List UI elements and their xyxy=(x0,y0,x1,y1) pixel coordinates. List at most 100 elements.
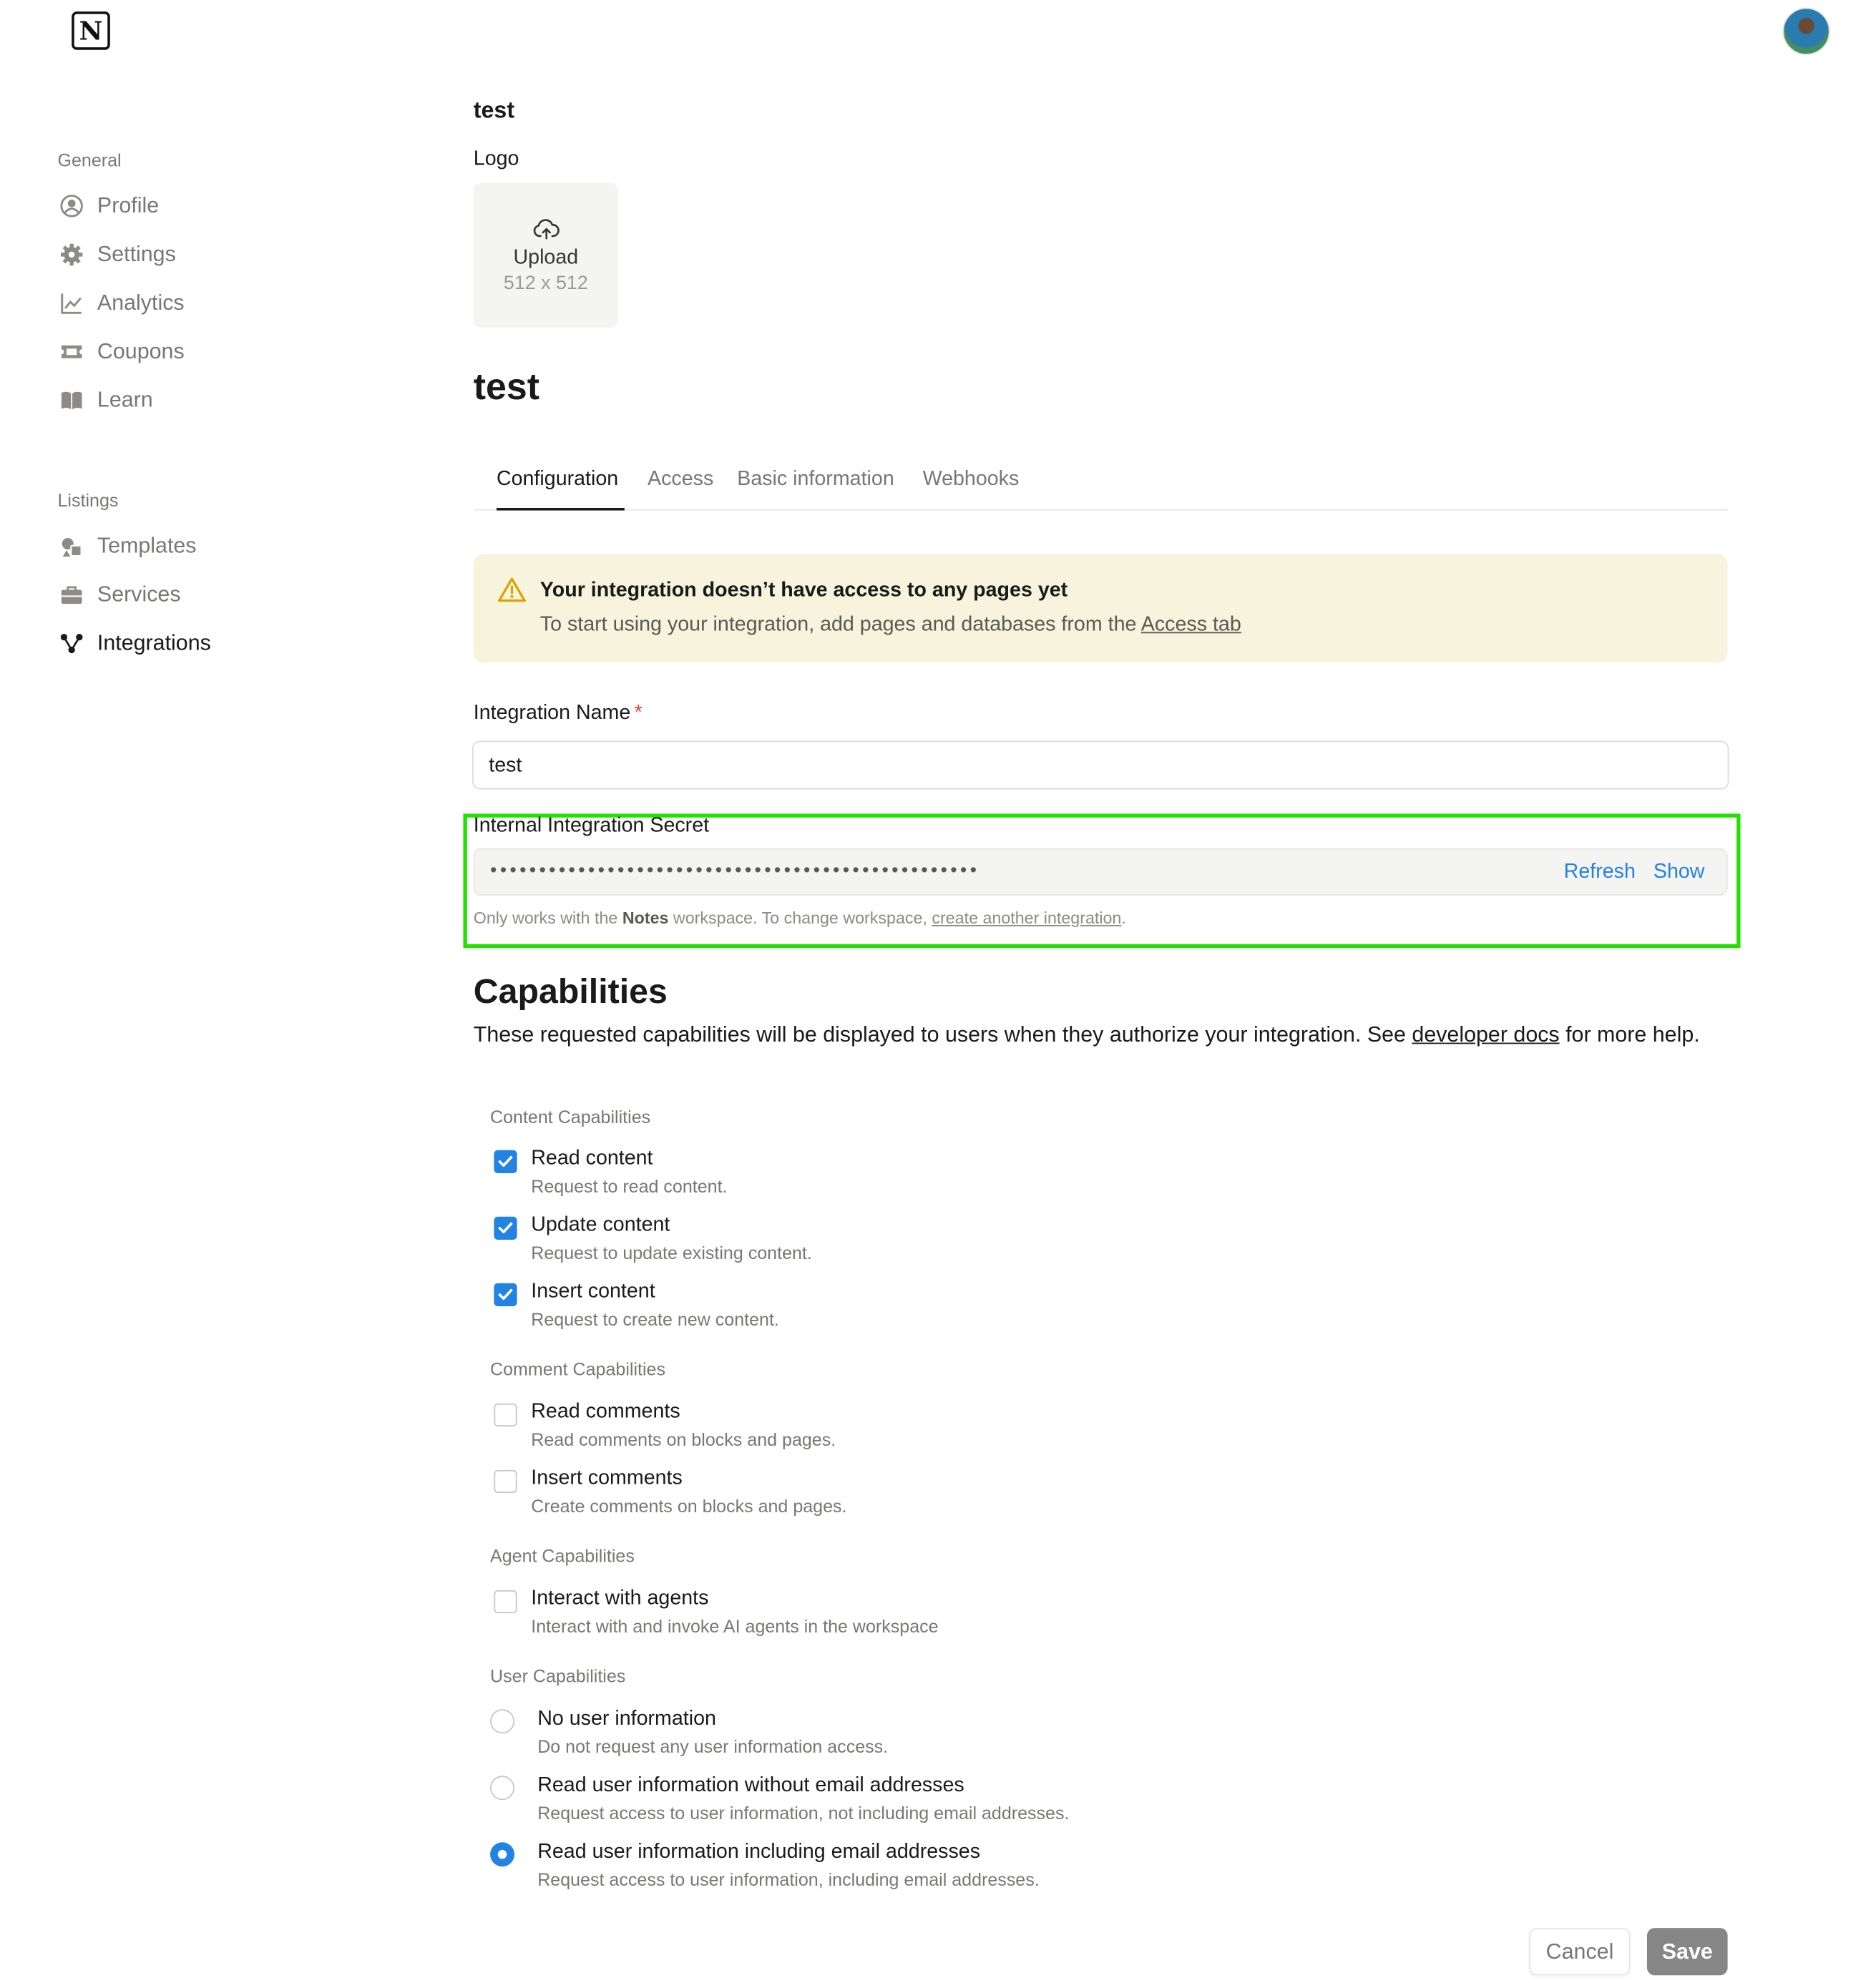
desc-text: for more help. xyxy=(1559,1022,1700,1047)
check-icon xyxy=(498,1288,513,1301)
refresh-secret-button[interactable]: Refresh xyxy=(1564,861,1636,884)
upload-label: Upload xyxy=(513,247,579,269)
sidebar-item-label: Settings xyxy=(97,242,176,266)
option-description: Request to read content. xyxy=(531,1175,728,1197)
sidebar-item-label: Templates xyxy=(97,533,197,558)
user-capabilities-title: User Capabilities xyxy=(490,1665,626,1687)
sidebar-item-profile[interactable]: Profile xyxy=(59,190,159,222)
option-title: Read user information including email ad… xyxy=(537,1841,981,1863)
upload-size: 512 x 512 xyxy=(503,272,588,295)
insert-comments-checkbox[interactable] xyxy=(494,1469,517,1494)
integration-name-input[interactable]: test xyxy=(472,740,1729,790)
secret-label: Internal Integration Secret xyxy=(473,815,710,837)
option-title: Read comments xyxy=(531,1401,680,1423)
templates-icon xyxy=(62,538,82,557)
sidebar-item-templates[interactable]: Templates xyxy=(59,529,197,562)
sidebar-item-integrations[interactable]: Integrations xyxy=(59,627,211,660)
hint-workspace: Notes xyxy=(622,908,669,928)
secret-hint: Only works with the Notes workspace. To … xyxy=(474,909,1126,928)
briefcase-icon xyxy=(61,586,82,604)
hint-text: workspace. To change workspace, xyxy=(668,908,932,928)
option-description: Do not request any user information acce… xyxy=(537,1735,889,1757)
callout-title: Your integration doesn’t have access to … xyxy=(539,579,1068,602)
sidebar-section-listings: Listings xyxy=(57,489,119,511)
sidebar-item-services[interactable]: Services xyxy=(59,578,181,611)
cloud-upload-icon xyxy=(532,219,559,240)
integrations-icon xyxy=(60,633,83,654)
show-secret-button[interactable]: Show xyxy=(1653,861,1705,884)
notion-logo-icon[interactable]: N xyxy=(72,11,110,50)
agent-capabilities-title: Agent Capabilities xyxy=(490,1545,635,1567)
sidebar-item-label: Coupons xyxy=(97,338,185,363)
hint-text: . xyxy=(1121,908,1126,928)
gear-icon xyxy=(60,243,83,266)
comment-capabilities-title: Comment Capabilities xyxy=(490,1358,665,1379)
option-description: Request access to user information, not … xyxy=(537,1802,1070,1823)
page-title: test xyxy=(473,367,540,408)
sidebar-item-learn[interactable]: Learn xyxy=(59,384,153,417)
user-info-without-email-radio[interactable] xyxy=(490,1776,515,1801)
logo-upload-button[interactable]: Upload 512 x 512 xyxy=(473,182,618,328)
logo-label: Logo xyxy=(473,148,519,170)
option-title: Read user information without email addr… xyxy=(537,1774,964,1796)
hint-text: Only works with the xyxy=(473,908,622,928)
option-description: Request to update existing content. xyxy=(531,1242,812,1263)
sidebar-item-settings[interactable]: Settings xyxy=(59,238,176,271)
user-info-with-email-radio[interactable] xyxy=(490,1842,515,1867)
option-description: Request access to user information, incl… xyxy=(537,1869,1040,1890)
sidebar-item-analytics[interactable]: Analytics xyxy=(59,287,185,320)
interact-agents-checkbox[interactable] xyxy=(494,1590,517,1614)
sidebar-item-coupons[interactable]: Coupons xyxy=(59,336,185,368)
secret-masked-value: ••••••••••••••••••••••••••••••••••••••••… xyxy=(490,859,980,882)
tab-basic-information[interactable]: Basic information xyxy=(737,469,894,491)
capabilities-description: These requested capabilities will be dis… xyxy=(474,1019,1721,1051)
sidebar-section-general: General xyxy=(57,150,122,170)
option-title: Read content xyxy=(531,1147,653,1170)
tab-configuration[interactable]: Configuration xyxy=(497,469,618,491)
save-button[interactable]: Save xyxy=(1646,1928,1728,1976)
no-user-info-radio[interactable] xyxy=(490,1709,515,1734)
read-comments-checkbox[interactable] xyxy=(494,1403,517,1427)
option-title: Update content xyxy=(531,1214,670,1236)
integration-name-label-text: Integration Name xyxy=(473,702,631,725)
callout-body-text: To start using your integration, add pag… xyxy=(539,614,1141,636)
integration-name-label: Integration Name * xyxy=(474,702,643,725)
cancel-button[interactable]: Cancel xyxy=(1529,1928,1631,1976)
content-capabilities-title: Content Capabilities xyxy=(490,1106,651,1127)
option-description: Interact with and invoke AI agents in th… xyxy=(531,1615,939,1637)
desc-text: These requested capabilities will be dis… xyxy=(473,1022,1412,1047)
coupon-icon xyxy=(61,345,82,358)
warning-icon xyxy=(497,577,526,602)
chart-icon xyxy=(61,293,82,314)
sidebar-item-label: Integrations xyxy=(97,630,211,655)
update-content-checkbox[interactable] xyxy=(494,1216,517,1240)
option-title: Insert content xyxy=(531,1281,655,1303)
check-icon xyxy=(498,1222,513,1234)
option-title: Interact with agents xyxy=(531,1587,709,1610)
developer-docs-link[interactable]: developer docs xyxy=(1412,1022,1559,1047)
sidebar-item-label: Profile xyxy=(97,193,160,218)
required-mark: * xyxy=(634,702,643,725)
option-title: Insert comments xyxy=(531,1467,683,1489)
sidebar-item-label: Learn xyxy=(97,387,153,412)
read-content-checkbox[interactable] xyxy=(494,1150,517,1173)
integration-header-name: test xyxy=(473,97,515,123)
insert-content-checkbox[interactable] xyxy=(494,1283,517,1306)
option-title: No user information xyxy=(537,1708,716,1730)
option-description: Read comments on blocks and pages. xyxy=(531,1429,836,1450)
tab-access[interactable]: Access xyxy=(648,469,713,491)
create-integration-link[interactable]: create another integration xyxy=(932,909,1121,928)
sidebar-item-label: Analytics xyxy=(97,290,185,315)
access-tab-link[interactable]: Access tab xyxy=(1141,614,1241,635)
secret-field[interactable]: ••••••••••••••••••••••••••••••••••••••••… xyxy=(473,848,1728,896)
no-access-callout: Your integration doesn’t have access to … xyxy=(473,554,1728,663)
callout-body: To start using your integration, add pag… xyxy=(540,614,1241,637)
book-icon xyxy=(61,391,82,410)
tab-bar: Configuration Access Basic information W… xyxy=(473,461,1728,511)
user-avatar[interactable] xyxy=(1782,7,1830,55)
option-description: Request to create new content. xyxy=(531,1308,779,1330)
check-icon xyxy=(498,1155,513,1167)
option-description: Create comments on blocks and pages. xyxy=(531,1495,847,1517)
active-tab-indicator xyxy=(496,507,625,511)
tab-webhooks[interactable]: Webhooks xyxy=(923,469,1020,491)
